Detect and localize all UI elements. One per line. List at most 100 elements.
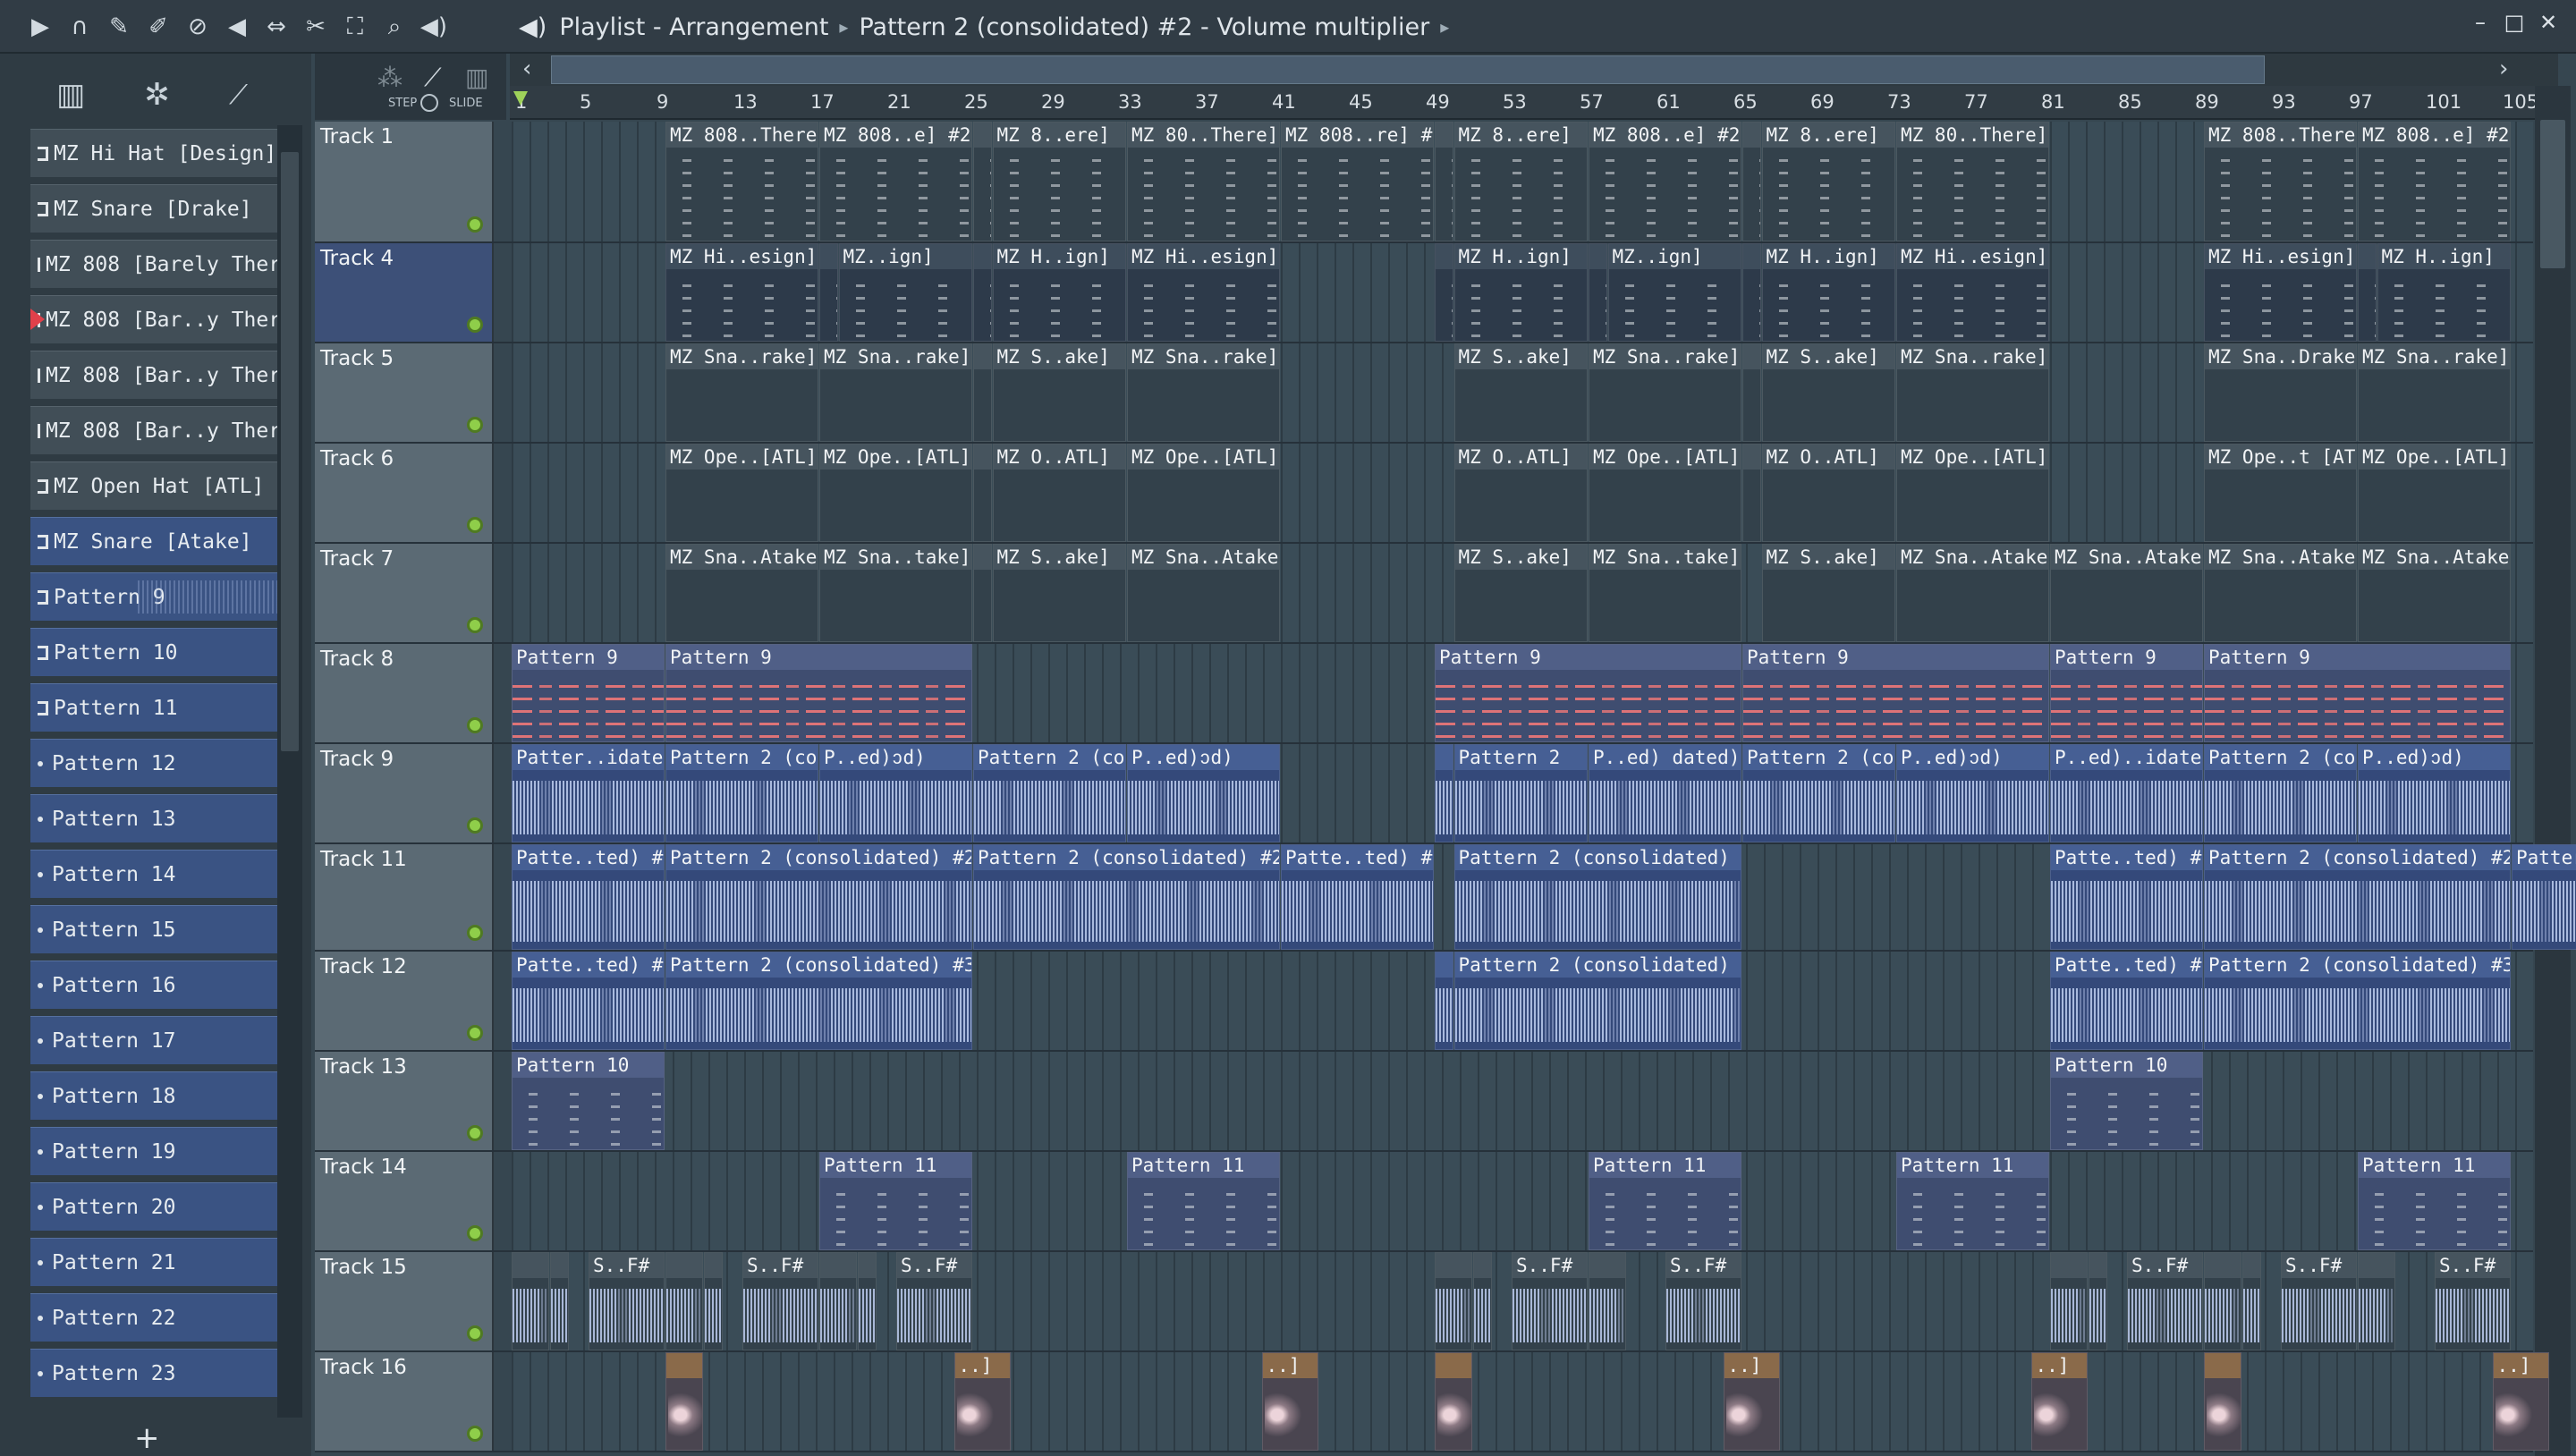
playlist-clip[interactable]: Pattern 9 [665,644,972,742]
playlist-clip[interactable]: S..F# [2281,1252,2357,1350]
playlist-clip[interactable]: S..F# [589,1252,665,1350]
scroll-left-icon[interactable]: ‹ [522,55,531,82]
playlist-clip[interactable]: MZ O..ATL] [1453,444,1588,542]
playlist-clip[interactable]: MZ 808..e] #2 [819,122,972,241]
track-enable-led[interactable] [467,617,483,633]
playlist-clip[interactable]: MZ Ope..[ATL] [665,444,818,542]
track-header[interactable]: Track 9 [315,744,494,842]
track-lane[interactable]: MZ Sna..Atake] MZ Sna..take] MZ S..ake] MZ … [512,544,2533,642]
playlist-clip[interactable]: MZ Ope..t [ATL] [2204,444,2357,542]
playlist-clip[interactable]: S..F# [2127,1252,2203,1350]
playlist-clip[interactable]: MZ S..ake] [1761,544,1895,642]
paint-brush-icon[interactable]: ✐ [143,12,174,42]
playhead-marker[interactable] [513,91,528,106]
playlist-clip[interactable]: Patte..ted) #2 [1281,844,1434,950]
playlist-clip[interactable]: Pattern 9 [1435,644,1741,742]
piano-tool-icon[interactable]: ▥ [465,63,488,92]
picker-item[interactable]: Pattern 9 [30,572,277,621]
playlist-clip[interactable]: MZ S..ake] [992,343,1126,442]
playlist-clip[interactable]: MZ 808..There] [665,122,818,241]
playlist-clip[interactable]: MZ Sna..Atake] [1127,544,1280,642]
playlist-clip[interactable]: MZ 80..There] [1896,122,2049,241]
playlist-clip[interactable]: ..] [2030,1352,2088,1451]
picker-item[interactable]: Pattern 19 [30,1127,277,1175]
playlist-clip[interactable] [819,243,838,342]
track-header[interactable]: Track 12 [315,952,494,1050]
playlist-clip[interactable] [973,544,992,642]
playlist-clip[interactable]: S..F# [896,1252,972,1350]
track-enable-led[interactable] [467,717,483,733]
playlist-clip[interactable] [512,1252,549,1350]
pencil-icon[interactable]: ✎ [104,12,134,42]
playlist-clip[interactable]: Patte..ted) #3 [2050,952,2203,1050]
track-header[interactable]: Track 7 [315,544,494,642]
playlist-clip[interactable]: ..] [2492,1352,2549,1451]
playlist-clip[interactable]: Pattern 11 [819,1152,972,1250]
picker-item[interactable]: Pattern 11 [30,683,277,732]
zoom-icon[interactable]: ⌕ [379,12,410,42]
playlist-clip[interactable]: Pattern 2 (consolidated) #3 [2204,952,2511,1050]
slip-icon[interactable]: ⇔ [261,12,292,42]
playlist-clip[interactable]: MZ Sna..rake] [2358,343,2511,442]
track-header[interactable]: Track 16 [315,1352,494,1451]
playlist-clip[interactable]: Pattern 9 [1742,644,2049,742]
playlist-clip[interactable]: S..F# [742,1252,818,1350]
track-lane[interactable]: MZ Ope..[ATL] MZ Ope..[ATL] MZ O..ATL] MZ O… [512,444,2533,542]
playlist-clip[interactable]: P..ed) dated) [1589,744,1741,842]
playlist-clip[interactable]: P..ed)ↄd) [1896,744,2049,842]
playlist-clip[interactable]: MZ H..ign] [1453,243,1588,342]
playlist-clip[interactable]: MZ O..ATL] [1761,444,1895,542]
playlist-clip[interactable] [1742,343,1761,442]
playlist-clip[interactable]: Pattern 9 [512,644,665,742]
automation-icon[interactable]: ⟋ [229,80,248,111]
playlist-clip[interactable] [1435,744,1453,842]
track-enable-led[interactable] [467,1125,483,1141]
playlist-clip[interactable]: MZ S..ake] [992,544,1126,642]
picker-item[interactable]: Pattern 10 [30,628,277,676]
playlist-clip[interactable]: Patte..ted) #2 [2050,844,2203,950]
track-enable-led[interactable] [467,1325,483,1342]
picker-item[interactable]: Pattern 23 [30,1349,277,1397]
playlist-clip[interactable]: S..F# [1665,1252,1741,1350]
playlist-clip[interactable]: Pattern 2 (consolidated) #3 [1453,952,1741,1050]
playlist-clip[interactable]: MZ 8..ere] [1761,122,1895,241]
track-lane[interactable]: MZ 808..There] MZ 808..e] #2 MZ 8..ere] MZ … [512,122,2533,241]
playlist-clip[interactable] [2050,1252,2088,1350]
playlist-clip[interactable]: MZ H..ign] [2377,243,2511,342]
playlist-clip[interactable] [2204,1352,2241,1451]
playlist-clip[interactable]: Pattern 2 (co [2204,744,2357,842]
picker-item[interactable]: MZ Hi Hat [Design] [30,129,277,177]
playlist-clip[interactable] [1435,243,1453,342]
play-arrow-icon[interactable]: ▶ [25,12,55,42]
timeline-ruler[interactable]: 1 5 9 13 17 21 25 29 33 37 41 45 49 53 57 61 65 69 73 77 81 8… [510,86,2540,120]
track-lane[interactable]: Patter..idated)Pattern 2 (coP..ed)ↄd)Pat… [512,744,2533,842]
track-enable-led[interactable] [467,517,483,533]
curve-tool-icon[interactable]: ⟋ [424,63,442,93]
playlist-clip[interactable]: S..F# [2435,1252,2511,1350]
playlist-clip[interactable]: Pattern 9 [2204,644,2511,742]
playlist-clip[interactable]: MZ Hi..esign] [665,243,818,342]
picker-item[interactable]: Pattern 22 [30,1293,277,1342]
track-header[interactable]: Track 15 [315,1252,494,1350]
step-toggle[interactable] [420,94,438,112]
playlist-clip[interactable]: P..ed)..idated) [2050,744,2203,842]
playlist-clip[interactable] [1742,243,1761,342]
playlist-clip[interactable]: MZ S..ake] [1453,343,1588,442]
playlist-clip[interactable] [1435,122,1453,241]
track-enable-led[interactable] [467,925,483,941]
playlist-clip[interactable]: MZ..ign] [838,243,972,342]
playlist-clip[interactable]: MZ Sna..rake] [1589,343,1741,442]
playlist-clip[interactable] [1742,122,1761,241]
picker-item[interactable]: MZ 808 [Bar..y There] #4 [30,295,277,343]
playlist-clip[interactable]: Pattern 2 (consolidated) #2 [1453,844,1741,950]
playlist-clip[interactable]: Patter..idated) [512,744,665,842]
track-enable-led[interactable] [467,417,483,433]
playlist-clip[interactable]: Pattern 11 [1127,1152,1280,1250]
track-header[interactable]: Track 6 [315,444,494,542]
mute-icon[interactable]: ◀ [222,12,252,42]
track-enable-led[interactable] [467,1025,483,1041]
playlist-clip[interactable]: MZ Ope..[ATL] [2358,444,2511,542]
playlist-clip[interactable]: MZ Sna..rake] [1896,343,2049,442]
playlist-clip[interactable]: Pattern 10 [2050,1052,2203,1150]
playlist-clip[interactable] [2204,1252,2241,1350]
